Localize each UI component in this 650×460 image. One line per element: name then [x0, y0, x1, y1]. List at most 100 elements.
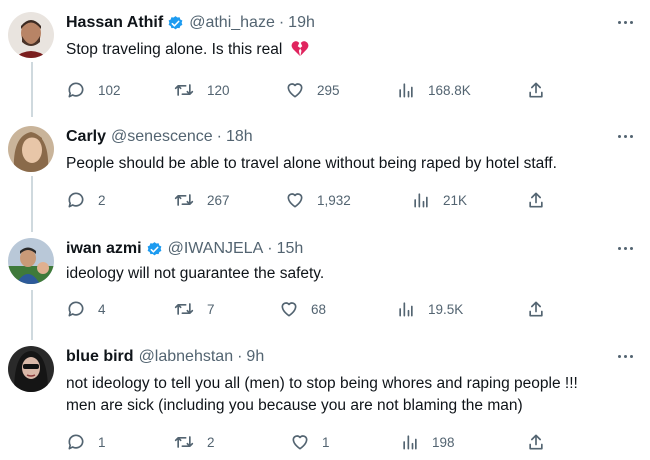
tweet-text-line: ideology will not guarantee the safety.: [66, 265, 325, 282]
tweet-text: ideology will not guarantee the safety.: [66, 263, 641, 285]
avatar[interactable]: [8, 238, 54, 284]
avatar[interactable]: [8, 346, 54, 392]
share-icon: [529, 434, 543, 450]
share-icon: [529, 82, 543, 98]
retweet-count: 2: [207, 434, 215, 450]
tweet[interactable]: Carly @senescence · 18h People should be…: [0, 126, 650, 226]
separator-dot: ·: [216, 128, 222, 145]
reply-icon: [68, 192, 84, 208]
tweet-text: not ideology to tell you all (men) to st…: [66, 373, 641, 417]
retweet-button[interactable]: 2: [173, 432, 215, 452]
verified-badge-icon: [146, 241, 163, 258]
share-button[interactable]: [526, 80, 558, 100]
reply-icon: [68, 301, 84, 317]
broken-heart-emoji-icon: [291, 40, 309, 64]
more-options-icon[interactable]: [614, 240, 636, 256]
timestamp[interactable]: 18h: [226, 128, 253, 146]
reply-button[interactable]: 1: [66, 432, 106, 452]
verified-badge-icon: [167, 15, 184, 32]
separator-dot: ·: [237, 348, 243, 365]
retweet-button[interactable]: 267: [173, 190, 230, 210]
tweet-text-line: Stop traveling alone. Is this real: [66, 41, 283, 58]
heart-icon: [287, 193, 303, 208]
retweet-icon: [174, 436, 194, 448]
views-button[interactable]: 168.8K: [396, 80, 471, 100]
retweet-count: 7: [207, 301, 215, 317]
retweet-icon: [174, 194, 194, 206]
separator-dot: ·: [267, 240, 273, 257]
share-button[interactable]: [526, 299, 558, 319]
share-button[interactable]: [526, 432, 558, 452]
user-handle[interactable]: @athi_haze: [189, 14, 275, 32]
display-name[interactable]: blue bird: [66, 348, 134, 366]
retweet-button[interactable]: 120: [173, 80, 230, 100]
views-button[interactable]: 19.5K: [396, 299, 463, 319]
user-handle[interactable]: @senescence: [111, 128, 213, 146]
tweet-text: Stop traveling alone. Is this real: [66, 39, 641, 64]
separator-dot: ·: [278, 14, 285, 31]
retweet-icon: [174, 84, 194, 96]
like-count: 1,932: [317, 192, 351, 208]
action-bar: 1 2 1 198: [0, 432, 650, 452]
action-bar: 102 120 295 168.8K: [0, 80, 650, 100]
views-count: 21K: [443, 192, 468, 208]
reply-count: 4: [98, 301, 106, 317]
display-name[interactable]: iwan azmi: [66, 240, 142, 258]
reply-count: 102: [98, 82, 121, 98]
views-icon: [399, 302, 413, 317]
reply-count: 1: [98, 434, 106, 450]
tweet[interactable]: iwan azmi @IWANJELA · 15h ideology will …: [0, 238, 650, 338]
share-icon: [529, 301, 543, 317]
more-options-icon[interactable]: [614, 128, 636, 144]
views-icon: [403, 435, 417, 450]
tweet-text-line: not ideology to tell you all (men) to st…: [66, 375, 578, 392]
views-button[interactable]: 21K: [411, 190, 467, 210]
display-name[interactable]: Hassan Athif: [66, 14, 163, 32]
tweet[interactable]: blue bird @labnehstan · 9h not ideology …: [0, 346, 650, 458]
share-button[interactable]: [526, 190, 558, 210]
heart-icon: [287, 83, 303, 98]
like-count: 68: [311, 301, 327, 317]
display-name[interactable]: Carly: [66, 128, 106, 146]
like-button[interactable]: 1,932: [285, 190, 351, 210]
timestamp[interactable]: 15h: [277, 240, 304, 258]
like-count: 295: [317, 82, 340, 98]
retweet-icon: [174, 303, 194, 315]
tweet-text-line: men are sick (including you because you …: [66, 397, 523, 414]
share-icon: [529, 192, 543, 208]
retweet-button[interactable]: 7: [173, 299, 215, 319]
retweet-count: 267: [207, 192, 230, 208]
reply-button[interactable]: 4: [66, 299, 106, 319]
avatar[interactable]: [8, 126, 54, 172]
views-button[interactable]: 198: [400, 432, 455, 452]
views-count: 198: [432, 434, 455, 450]
heart-icon: [281, 302, 297, 317]
tweet-text-line: People should be able to travel alone wi…: [66, 155, 557, 172]
action-bar: 2 267 1,932 21K: [0, 190, 650, 210]
timestamp[interactable]: 19h: [288, 14, 315, 32]
reply-count: 2: [98, 192, 106, 208]
like-button[interactable]: 1: [290, 432, 330, 452]
like-button[interactable]: 295: [285, 80, 340, 100]
like-count: 1: [322, 434, 330, 450]
more-options-icon[interactable]: [614, 14, 636, 30]
user-handle[interactable]: @IWANJELA: [168, 240, 264, 258]
retweet-count: 120: [207, 82, 230, 98]
tweet[interactable]: Hassan Athif @athi_haze · 19h Stop trave…: [0, 12, 650, 112]
views-icon: [414, 193, 428, 208]
like-button[interactable]: 68: [279, 299, 326, 319]
reply-button[interactable]: 102: [66, 80, 121, 100]
timestamp[interactable]: 9h: [246, 348, 264, 366]
heart-icon: [292, 435, 308, 450]
avatar[interactable]: [8, 12, 54, 58]
views-count: 168.8K: [428, 82, 471, 98]
user-handle[interactable]: @labnehstan: [139, 348, 234, 366]
action-bar: 4 7 68 19.5K: [0, 299, 650, 319]
reply-icon: [68, 82, 84, 98]
reply-icon: [68, 434, 84, 450]
views-count: 19.5K: [428, 301, 464, 317]
more-options-icon[interactable]: [614, 348, 636, 364]
reply-button[interactable]: 2: [66, 190, 106, 210]
views-icon: [399, 83, 413, 98]
tweet-text: People should be able to travel alone wi…: [66, 153, 641, 175]
